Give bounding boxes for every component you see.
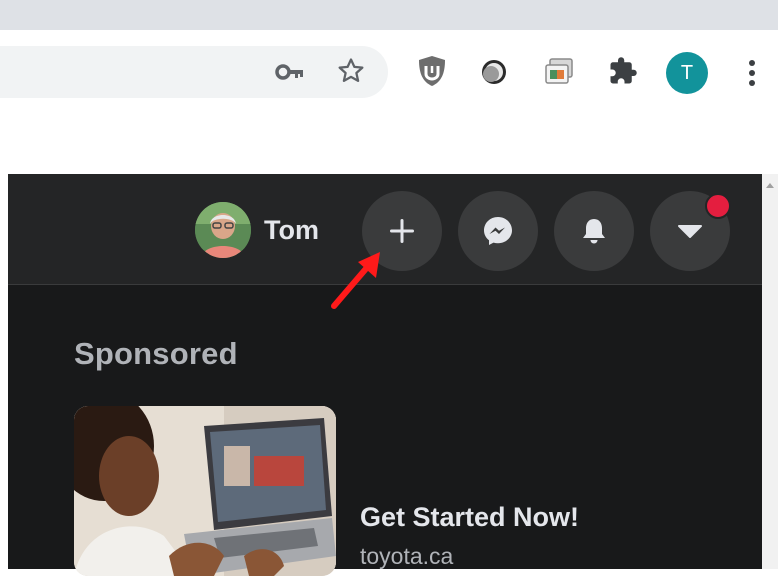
browser-toolbar: T [0, 36, 778, 119]
star-icon[interactable] [334, 54, 368, 88]
ad-image[interactable] [74, 406, 336, 576]
scroll-up-icon[interactable] [765, 180, 775, 190]
extension-icon[interactable] [542, 54, 578, 90]
address-bar[interactable] [0, 46, 388, 98]
more-vert-icon[interactable] [738, 54, 766, 92]
bell-icon [583, 219, 605, 244]
annotation-arrow-icon [331, 252, 380, 309]
profile-shortcut[interactable]: Tom [195, 202, 319, 258]
messenger-icon [484, 217, 512, 245]
extension-icon[interactable] [478, 56, 510, 88]
tab-strip-background [0, 0, 778, 30]
scrollbar[interactable] [762, 174, 778, 569]
tab-strip [0, 0, 778, 36]
key-icon[interactable] [274, 56, 306, 88]
ad-headline[interactable]: Get Started Now! [360, 502, 579, 533]
browser-profile-avatar[interactable]: T [666, 52, 708, 94]
notification-badge [705, 193, 731, 219]
sponsored-heading: Sponsored [74, 336, 238, 371]
caret-down-icon [678, 225, 702, 238]
create-icon [390, 219, 414, 243]
ublock-icon[interactable] [414, 53, 450, 89]
puzzle-icon[interactable] [606, 54, 640, 88]
facebook-page: Tom Sponsored Get Started Now! toyota.ca [8, 174, 762, 576]
messenger-button[interactable] [458, 191, 538, 271]
ad-domain: toyota.ca [360, 543, 454, 569]
user-name: Tom [264, 214, 319, 245]
avatar [195, 202, 251, 258]
notifications-button[interactable] [554, 191, 634, 271]
